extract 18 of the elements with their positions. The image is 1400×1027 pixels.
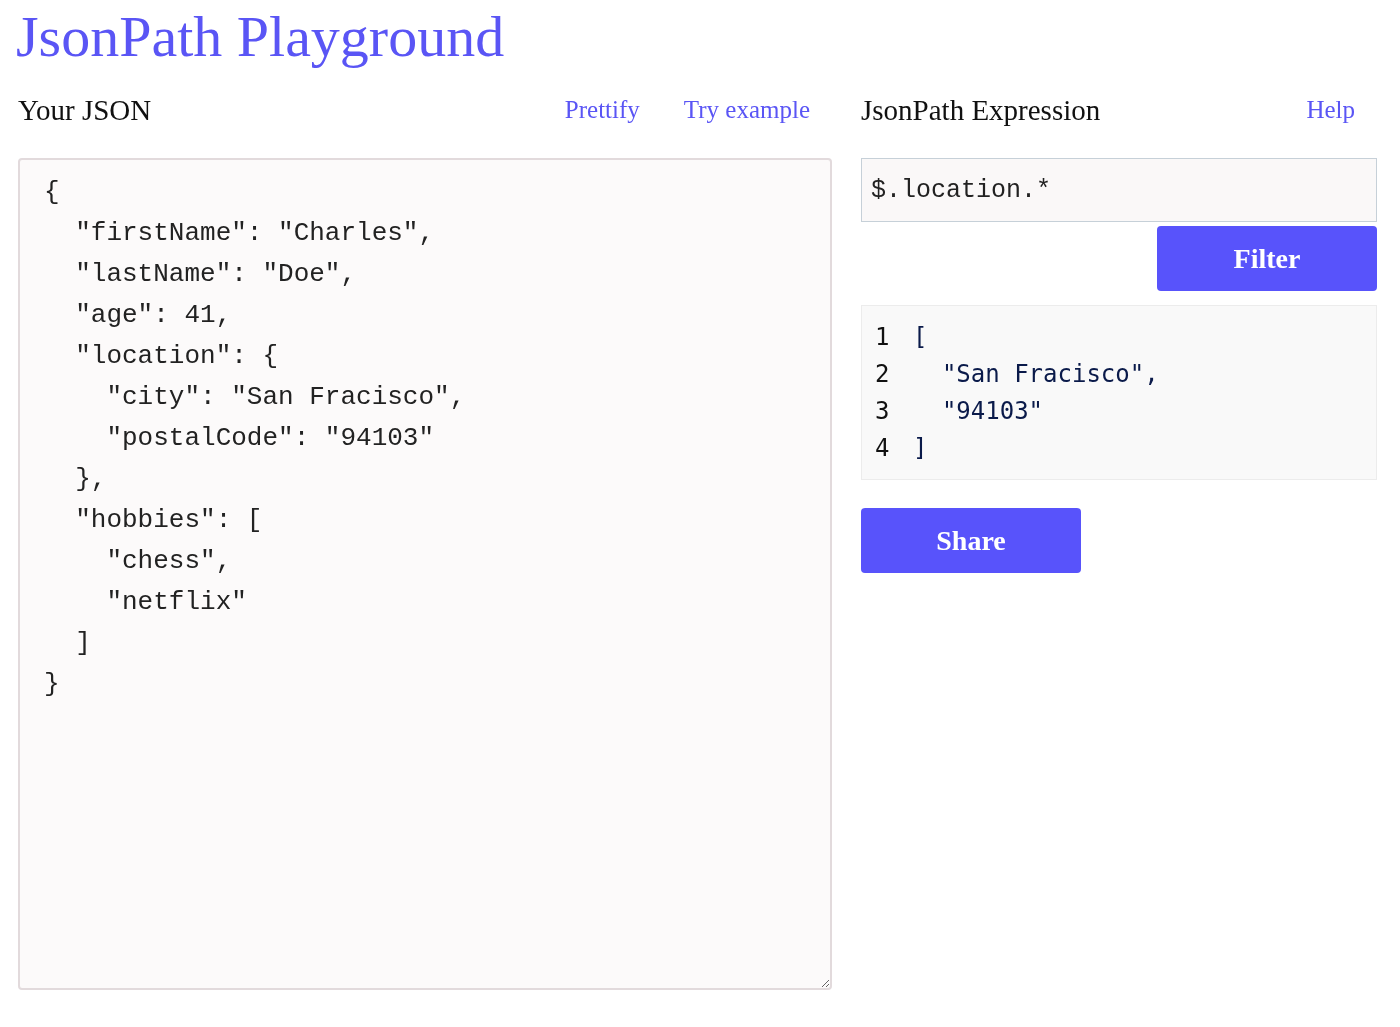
line-number: 1 [875,322,891,353]
code-line: [ [913,322,928,353]
page-title: JsonPath Playground [16,4,505,70]
help-link[interactable]: Help [1306,96,1355,124]
json-editor[interactable]: { "firstName": "Charles", "lastName": "Doe", "age": 41, "location": { "city": "San Fracisco", "postalCode": "94103" }, "hobbies": [ "chess", "netflix" ] } [18,158,832,990]
line-number: 4 [875,433,891,464]
toolbar-link[interactable]: Prettify [564,96,640,124]
code-line: "94103" [940,396,1044,427]
code-line: ] [913,433,928,464]
filter-button[interactable]: Filter [1157,226,1377,291]
line-number: 2 [875,359,891,390]
section-heading: JsonPath Expression [861,93,1102,127]
section-heading: Your JSON [18,93,153,127]
line-number: 3 [875,396,891,427]
code-line: "San Fracisco", [940,359,1159,390]
toolbar-link[interactable]: Try example [683,96,810,124]
expression-field[interactable]: $.location.* [861,158,1377,222]
share-button[interactable]: Share [861,508,1081,573]
